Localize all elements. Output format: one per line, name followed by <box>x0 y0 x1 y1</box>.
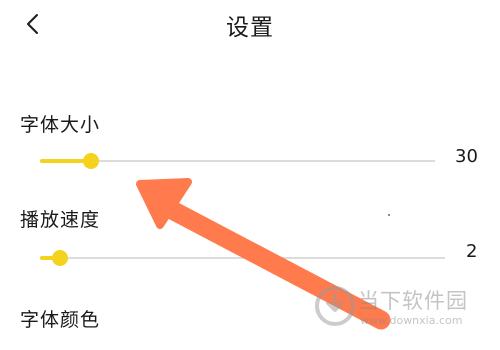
font-size-slider[interactable] <box>40 151 435 171</box>
playback-speed-value: 2 <box>466 241 478 262</box>
slider-track <box>40 160 435 162</box>
font-size-label: 字体大小 <box>20 114 101 136</box>
playback-speed-label: 播放速度 <box>20 209 101 231</box>
watermark-logo-icon <box>315 286 355 326</box>
slider-thumb[interactable] <box>52 250 68 266</box>
font-color-label[interactable]: 字体颜色 <box>20 305 100 332</box>
stray-dot <box>388 214 390 216</box>
header: 设置 <box>0 0 500 50</box>
watermark: 当下软件园 www.downxia.com <box>314 285 494 335</box>
playback-speed-slider[interactable] <box>40 248 445 268</box>
slider-thumb[interactable] <box>83 153 99 169</box>
page-title: 设置 <box>226 15 274 41</box>
watermark-brand: 当下软件园 <box>358 289 468 313</box>
font-size-value: 30 <box>455 146 478 167</box>
slider-track <box>40 257 445 259</box>
watermark-url: www.downxia.com <box>360 314 463 327</box>
